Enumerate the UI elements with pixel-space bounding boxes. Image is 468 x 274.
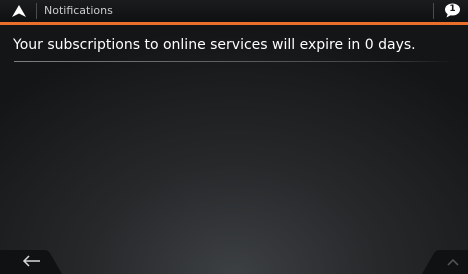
header-accent-line	[0, 22, 468, 25]
page-title: Notifications	[44, 4, 113, 17]
bottom-bar	[0, 244, 468, 274]
back-button[interactable]	[0, 244, 66, 274]
header-bar: Notifications 1	[0, 0, 468, 22]
notification-count-badge: 1	[449, 4, 456, 14]
notifications-screen: Notifications 1 Your subscriptions to on…	[0, 0, 468, 274]
header-separator	[36, 3, 37, 19]
navigation-arrow-icon[interactable]	[11, 4, 27, 18]
scroll-up-button[interactable]	[418, 244, 468, 274]
notification-message: Your subscriptions to online services wi…	[13, 37, 416, 53]
header-separator-right	[433, 3, 434, 19]
message-divider	[14, 61, 454, 62]
